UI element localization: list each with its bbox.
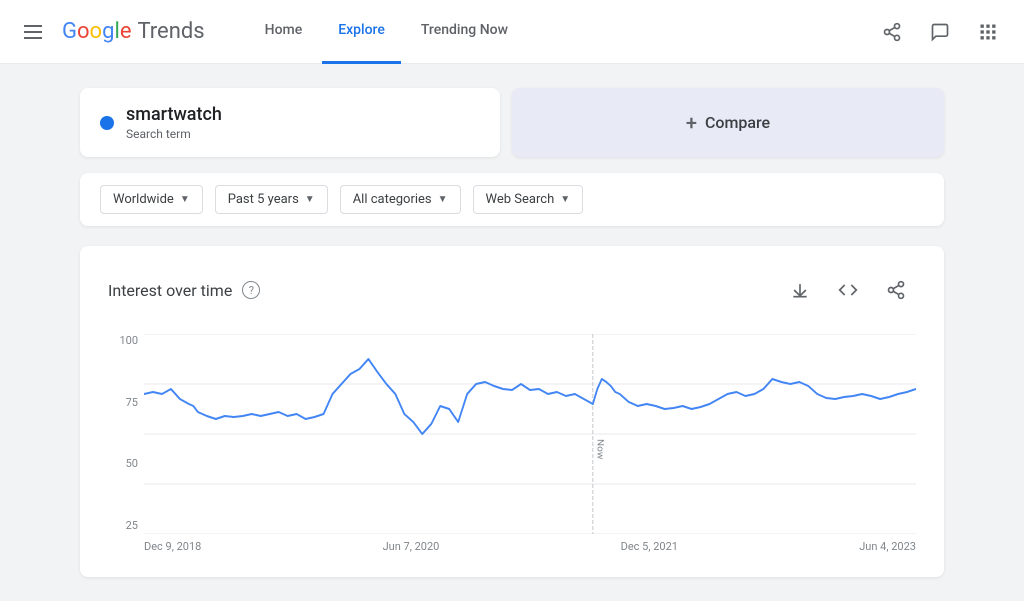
compare-label: Compare xyxy=(705,113,770,132)
search-term-type: Search term xyxy=(126,127,222,141)
x-label-start: Dec 9, 2018 xyxy=(144,540,201,553)
help-icon[interactable]: ? xyxy=(242,281,260,299)
logo-google: Google xyxy=(62,19,131,44)
nav-home[interactable]: Home xyxy=(249,0,319,64)
y-label-25: 25 xyxy=(108,519,144,532)
search-dot xyxy=(100,116,114,130)
x-label-end: Jun 4, 2023 xyxy=(859,540,916,553)
chevron-down-icon: ▼ xyxy=(180,194,190,205)
filter-region[interactable]: Worldwide ▼ xyxy=(100,185,203,214)
chart-container: 100 75 50 25 Now xyxy=(108,334,916,553)
y-axis: 100 75 50 25 xyxy=(108,334,144,534)
apps-button[interactable] xyxy=(968,12,1008,52)
header: Google Trends Home Explore Trending Now xyxy=(0,0,1024,64)
compare-plus-icon: + xyxy=(686,111,697,135)
logo: Google Trends xyxy=(62,19,205,44)
compare-box[interactable]: + Compare xyxy=(512,88,944,157)
chart-plot-area: Now Dec 9, 2018 Jun 7, 2020 Dec 5, 2021 … xyxy=(144,334,916,553)
logo-trends: Trends xyxy=(137,19,204,44)
chart-header: Interest over time ? xyxy=(108,270,916,310)
chart-share-button[interactable] xyxy=(876,270,916,310)
svg-text:Now: Now xyxy=(594,439,604,459)
main-nav: Home Explore Trending Now xyxy=(249,0,524,64)
feedback-button[interactable] xyxy=(920,12,960,52)
search-compare-row: smartwatch Search term + Compare xyxy=(80,88,944,157)
chevron-down-icon: ▼ xyxy=(560,194,570,205)
embed-button[interactable] xyxy=(828,270,868,310)
y-label-50: 50 xyxy=(108,457,144,470)
main-content: smartwatch Search term + Compare Worldwi… xyxy=(0,64,1024,601)
search-term-info: smartwatch Search term xyxy=(126,104,222,141)
chevron-down-icon: ▼ xyxy=(438,194,448,205)
x-axis: Dec 9, 2018 Jun 7, 2020 Dec 5, 2021 Jun … xyxy=(144,534,916,553)
download-button[interactable] xyxy=(780,270,820,310)
filter-search-type[interactable]: Web Search ▼ xyxy=(473,185,584,214)
y-label-100: 100 xyxy=(108,334,144,347)
chart-title: Interest over time xyxy=(108,281,232,300)
filter-time[interactable]: Past 5 years ▼ xyxy=(215,185,328,214)
chevron-down-icon: ▼ xyxy=(305,194,315,205)
search-term-label: smartwatch xyxy=(126,104,222,125)
filter-category[interactable]: All categories ▼ xyxy=(340,185,461,214)
header-left: Google Trends Home Explore Trending Now xyxy=(16,0,524,64)
x-label-mid1: Jun 7, 2020 xyxy=(383,540,440,553)
filter-row: Worldwide ▼ Past 5 years ▼ All categorie… xyxy=(80,173,944,226)
search-box: smartwatch Search term xyxy=(80,88,500,157)
chart-card: Interest over time ? xyxy=(80,246,944,577)
x-label-mid2: Dec 5, 2021 xyxy=(621,540,678,553)
share-button[interactable] xyxy=(872,12,912,52)
y-label-75: 75 xyxy=(108,396,144,409)
chart-svg: Now xyxy=(144,334,916,534)
chart-actions xyxy=(780,270,916,310)
header-right xyxy=(872,12,1008,52)
nav-explore[interactable]: Explore xyxy=(322,0,401,64)
chart-title-row: Interest over time ? xyxy=(108,281,260,300)
menu-button[interactable] xyxy=(16,17,50,47)
nav-trending-now[interactable]: Trending Now xyxy=(405,0,524,64)
